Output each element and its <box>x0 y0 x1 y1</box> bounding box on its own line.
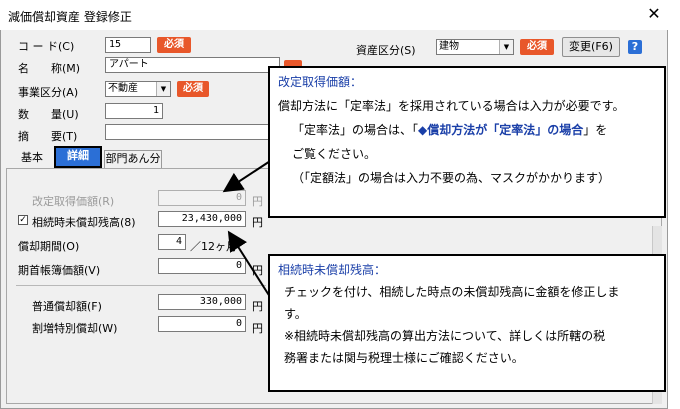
callout2-line2: す。 <box>284 307 307 321</box>
callout-revised-cost: 改定取得価額： 償却方法に「定率法」を採用されている場合は入力が必要です。 「定… <box>268 66 666 218</box>
callout1-line2-pre: 「定率法」の場合は、「 <box>292 123 419 137</box>
callout1-heading: 改定取得価額： <box>278 75 363 89</box>
callout2-line4: 務署または関与税理士様にご確認ください。 <box>284 351 524 365</box>
callout1-link[interactable]: ◆償却方法が「定率法」の場合 <box>418 123 583 137</box>
callout1-line2: 「定率法」の場合は、「◆償却方法が「定率法」の場合」を <box>292 119 607 141</box>
callout1-line3: ご覧ください。 <box>292 147 377 161</box>
callout-inherit-balance: 相続時未償却残高： チェックを付け、相続した時点の未償却残高に金額を修正しま す… <box>268 254 666 392</box>
callout1-line4: （「定額法」の場合は入力不要の為、マスクがかかります） <box>292 171 611 185</box>
arrow-inherit-balance <box>227 230 273 301</box>
callout2-line3: ※相続時未償却残高の算出方法について、詳しくは所轄の税 <box>284 329 606 343</box>
callout1-line2-post: 」を <box>583 123 608 137</box>
callout2-line1: チェックを付け、相続した時点の未償却残高に金額を修正しま <box>284 285 620 299</box>
callout2-heading: 相続時未償却残高： <box>278 263 387 277</box>
callout1-line1: 償却方法に「定率法」を採用されている場合は入力が必要です。 <box>278 99 625 113</box>
